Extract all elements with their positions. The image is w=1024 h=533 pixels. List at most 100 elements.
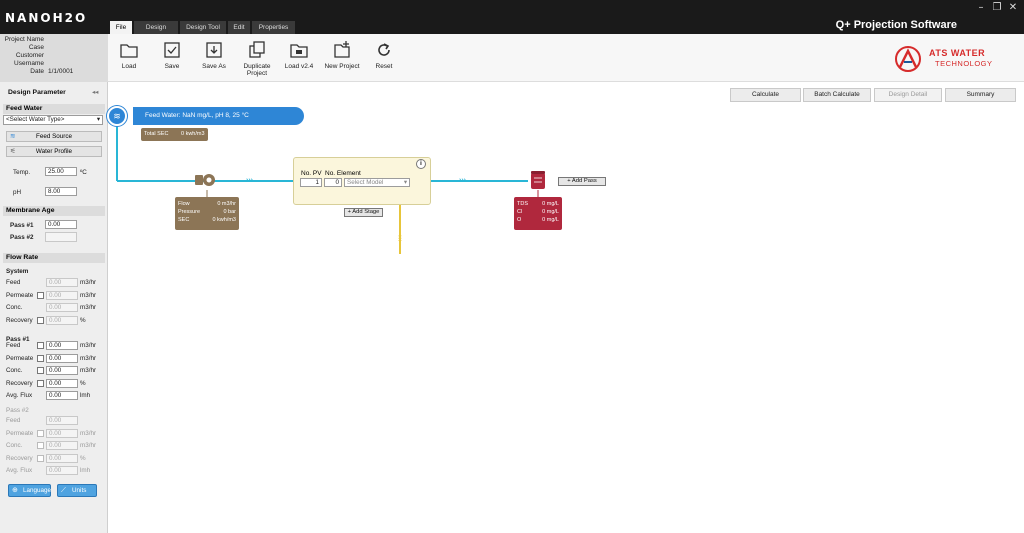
customer-label: Customer	[15, 52, 44, 59]
close-button[interactable]: ✕	[1006, 2, 1020, 14]
save-as-icon	[206, 42, 222, 58]
system-rows-permeate-unit: m3/hr	[80, 291, 97, 299]
title-bar: NANOH2O Q+ Projection Software – ❐ ✕ Fil…	[0, 0, 1024, 34]
stage-box[interactable]: No. PV No. Element 1 0 Select Model ▾ i	[293, 157, 431, 205]
temp-unit: ºC	[80, 169, 87, 176]
pump-flow-value: 0 m3/hr	[217, 201, 236, 207]
duplicate-project-button[interactable]: Duplicate Project	[238, 40, 276, 77]
water-type-select[interactable]: <Select Water Type> ▾	[3, 115, 103, 125]
pass1-rows-avg-flux-label: Avg. Flux	[6, 392, 33, 399]
water-waves-icon: ≋	[113, 111, 121, 121]
pass1-rows-recovery-checkbox[interactable]	[37, 379, 44, 387]
reset-label: Reset	[375, 63, 393, 70]
pass1-rows-recovery-input[interactable]: 0.00	[46, 378, 78, 388]
calculate-button[interactable]: Calculate	[730, 88, 801, 102]
pass2-rows-permeate-input: 0.00	[46, 428, 78, 438]
system-rows-recovery-checkbox[interactable]	[37, 316, 44, 324]
feed-water-pill[interactable]: Feed Water: NaN mg/L, pH 8, 25 °C	[133, 107, 304, 125]
pass1-rows-avg-flux-input[interactable]: 0.00	[46, 391, 78, 400]
tab-file[interactable]: File	[110, 21, 133, 34]
tab-properties[interactable]: Properties	[252, 21, 296, 34]
pump-pressure-value: 0 bar	[223, 209, 236, 215]
pass1-rows-conc-unit: m3/hr	[80, 367, 97, 374]
cl-label: Cl	[517, 209, 523, 215]
water-profile-button[interactable]: ⚟ Water Profile	[6, 146, 102, 157]
system-rows-feed-input[interactable]: 0.00	[46, 278, 78, 287]
model-select[interactable]: Select Model ▾	[344, 178, 410, 187]
pump-icon[interactable]	[194, 171, 218, 189]
tab-design[interactable]: Design	[134, 21, 179, 34]
pass2-rows-recovery-unit: %	[80, 454, 86, 462]
summary-button[interactable]: Summary	[945, 88, 1016, 102]
add-stage-button[interactable]: + Add Stage	[344, 208, 383, 217]
system-rows-permeate-checkbox[interactable]	[37, 291, 44, 299]
tab-edit[interactable]: Edit	[228, 21, 251, 34]
pump-info-box: Flow 0 m3/hr Pressure 0 bar SEC 0 kwh/m3	[175, 197, 239, 230]
pass2-rows-permeate-unit: m3/hr	[80, 429, 97, 437]
no-element-input[interactable]: 0	[324, 178, 342, 187]
info-icon[interactable]: i	[416, 159, 426, 169]
load-button[interactable]: Load	[114, 40, 144, 70]
ats-emblem-icon	[895, 46, 921, 72]
feed-water-label: Feed Water: NaN mg/L, pH 8, 25 °C	[145, 112, 249, 119]
permeate-info-box: TDS 0 mg/L Cl 0 mg/L O 0 mg/L	[514, 197, 562, 230]
app-logo: NANOH2O	[5, 11, 88, 25]
tds-label: TDS	[517, 201, 528, 207]
pass1-rows-permeate-input[interactable]: 0.00	[46, 353, 78, 363]
system-rows-conc-unit: m3/hr	[80, 304, 97, 311]
restore-button[interactable]: ❐	[990, 2, 1004, 14]
pass1-rows-conc-label: Conc.	[6, 367, 23, 374]
pass1-rows-permeate-checkbox[interactable]	[37, 354, 44, 362]
save-as-button[interactable]: Save As	[199, 40, 229, 70]
pass1-rows-conc-input[interactable]: 0.00	[46, 366, 78, 375]
pass1-rows-feed-input[interactable]: 0.00	[46, 341, 78, 350]
o-label: O	[517, 217, 522, 223]
total-sec-box: Total SEC 0 kwh/m3	[141, 128, 208, 141]
no-pv-input[interactable]: 1	[300, 178, 322, 187]
save-button[interactable]: Save	[157, 40, 187, 70]
minimize-button[interactable]: –	[974, 2, 988, 14]
language-button[interactable]: ⊕ Language	[8, 484, 51, 497]
system-rows-permeate-input[interactable]: 0.00	[46, 290, 78, 300]
permeate-tank-icon[interactable]	[529, 170, 547, 190]
o-value: 0 mg/L	[542, 217, 559, 223]
flow-arrows-concentrate: ›››	[396, 235, 403, 242]
add-pass-button[interactable]: + Add Pass	[558, 177, 606, 186]
flow-arrows-1: ›››	[246, 177, 253, 184]
project-info: Project Name Case Customer Username Date…	[0, 34, 108, 82]
tab-design-tool[interactable]: Design Tool	[180, 21, 227, 34]
collapse-panel-icon[interactable]: ◂◂	[92, 89, 98, 96]
reset-icon	[378, 43, 390, 56]
membrane-pass1-label: Pass #1	[10, 222, 34, 229]
ribbon-toolbar: Load Save Save As Duplicate Project Load…	[108, 34, 1024, 82]
pass2-rows-recovery-checkbox	[37, 454, 44, 462]
system-rows-conc-input[interactable]: 0.00	[46, 303, 78, 312]
system-rows-recovery-input[interactable]: 0.00	[46, 315, 78, 325]
ats-water-logo: ATS WATER TECHNOLOGY	[893, 44, 1003, 74]
pass2-rows-permeate-checkbox	[37, 429, 44, 437]
new-project-button[interactable]: New Project	[323, 40, 361, 70]
membrane-age-heading: Membrane Age	[3, 206, 105, 216]
reset-button[interactable]: Reset	[371, 40, 397, 70]
membrane-pass1-input[interactable]: 0.00	[45, 220, 77, 229]
design-canvas[interactable]: ››› ››› ›››	[108, 82, 1024, 533]
units-button[interactable]: ⟋ Units	[57, 484, 97, 497]
pump-sec-label: SEC	[178, 217, 190, 223]
pass1-rows-conc-checkbox[interactable]	[37, 367, 44, 374]
pass1-rows-feed-checkbox[interactable]	[37, 342, 44, 349]
tds-value: 0 mg/L	[542, 201, 559, 207]
system-rows-recovery-label: Recovery	[6, 316, 33, 324]
save-icon	[164, 42, 180, 58]
ph-input[interactable]: 8.00	[45, 187, 77, 196]
app-title: Q+ Projection Software	[835, 19, 957, 31]
feed-water-icon[interactable]: ≋	[107, 106, 127, 126]
temp-input[interactable]: 25.00	[45, 167, 77, 176]
system-rows-feed-unit: m3/hr	[80, 279, 97, 286]
pass2-rows-avg-flux-input: 0.00	[46, 466, 78, 475]
load-v24-button[interactable]: Load v2.4	[282, 40, 316, 70]
batch-calculate-button[interactable]: Batch Calculate	[803, 88, 871, 102]
model-select-placeholder: Select Model	[347, 179, 384, 186]
globe-icon: ⊕	[12, 487, 18, 494]
no-pv-label: No. PV	[301, 170, 322, 177]
feed-source-button[interactable]: ≋ Feed Source	[6, 131, 102, 142]
